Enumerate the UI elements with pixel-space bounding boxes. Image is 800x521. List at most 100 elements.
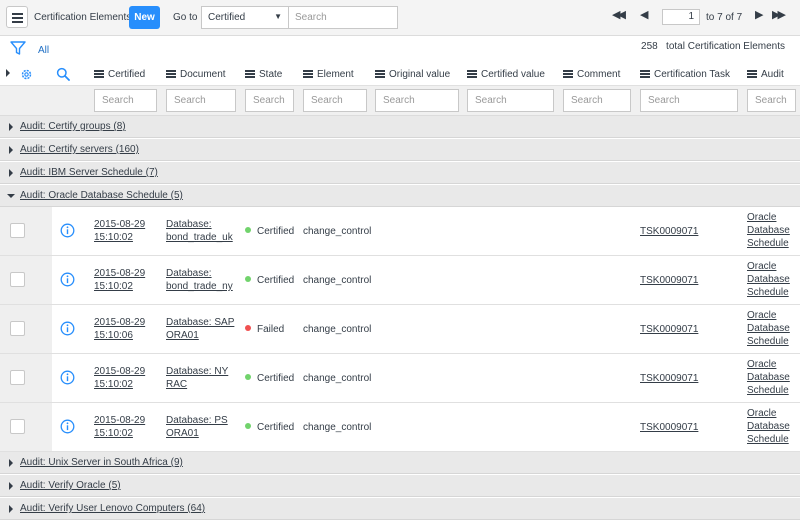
previous-page-icon[interactable]: ◀ — [640, 8, 649, 21]
row-select-cell — [0, 305, 52, 353]
group-label[interactable]: Audit: Verify Oracle (5) — [20, 480, 121, 491]
document-link[interactable]: Database: bond_trade_ny — [166, 267, 233, 293]
search-comment-input[interactable] — [563, 89, 631, 112]
row-checkbox[interactable] — [10, 419, 25, 434]
document-link[interactable]: Database: PS ORA01 — [166, 414, 228, 440]
audit-link[interactable]: Oracle Database Schedule — [747, 260, 790, 299]
task-link[interactable]: TSK0009071 — [640, 323, 698, 336]
group-row[interactable]: Audit: Unix Server in South Africa (9) — [0, 452, 800, 474]
expand-icon[interactable] — [9, 169, 13, 177]
column-header-certified[interactable]: Certified — [94, 69, 145, 80]
column-menu-icon[interactable] — [166, 70, 176, 78]
column-header-certified-value[interactable]: Certified value — [467, 69, 545, 80]
group-row[interactable]: Audit: IBM Server Schedule (7) — [0, 162, 800, 184]
expand-all-icon[interactable] — [6, 69, 10, 77]
row-checkbox[interactable] — [10, 321, 25, 336]
group-label[interactable]: Audit: IBM Server Schedule (7) — [20, 167, 158, 178]
filter-all-link[interactable]: All — [38, 45, 49, 56]
expand-icon[interactable] — [9, 459, 13, 467]
column-header-certification-task[interactable]: Certification Task — [640, 69, 730, 80]
table-row: 2015-08-29 15:10:02 Database: PS ORA01 Cer… — [0, 403, 800, 452]
group-label[interactable]: Audit: Verify User Lenovo Computers (64) — [20, 503, 205, 514]
task-link[interactable]: TSK0009071 — [640, 421, 698, 434]
info-icon[interactable] — [60, 272, 75, 287]
audit-link[interactable]: Oracle Database Schedule — [747, 358, 790, 397]
audit-link[interactable]: Oracle Database Schedule — [747, 407, 790, 446]
row-select-cell — [0, 207, 52, 255]
column-menu-icon[interactable] — [245, 70, 255, 78]
expand-icon[interactable] — [9, 482, 13, 490]
filter-icon[interactable] — [10, 40, 26, 56]
column-menu-icon[interactable] — [94, 70, 104, 78]
column-header-element[interactable]: Element — [303, 69, 354, 80]
info-icon[interactable] — [60, 321, 75, 336]
gear-icon[interactable] — [20, 68, 33, 81]
column-header-original-value[interactable]: Original value — [375, 69, 450, 80]
new-button[interactable]: New — [129, 6, 160, 29]
column-menu-icon[interactable] — [563, 70, 573, 78]
search-audit-input[interactable] — [747, 89, 796, 112]
page-number-input[interactable]: 1 — [662, 9, 700, 25]
expand-icon[interactable] — [9, 123, 13, 131]
document-link[interactable]: Database: NY RAC — [166, 365, 228, 391]
group-row[interactable]: Audit: Oracle Database Schedule (5) — [0, 185, 800, 207]
search-document-input[interactable] — [166, 89, 236, 112]
column-header-audit[interactable]: Audit — [747, 69, 784, 80]
search-original-value-input[interactable] — [375, 89, 459, 112]
total-count: 258 — [641, 41, 658, 52]
column-menu-icon[interactable] — [303, 70, 313, 78]
status-dot-icon — [245, 276, 251, 282]
column-menu-icon[interactable] — [375, 70, 385, 78]
certified-date-link[interactable]: 2015-08-29 15:10:02 — [94, 267, 145, 293]
column-header-comment[interactable]: Comment — [563, 69, 620, 80]
column-header-document[interactable]: Document — [166, 69, 226, 80]
row-checkbox[interactable] — [10, 370, 25, 385]
group-label[interactable]: Audit: Certify groups (8) — [20, 121, 126, 132]
group-label[interactable]: Audit: Oracle Database Schedule (5) — [20, 190, 183, 201]
audit-link[interactable]: Oracle Database Schedule — [747, 211, 790, 250]
task-link[interactable]: TSK0009071 — [640, 274, 698, 287]
expand-icon[interactable] — [9, 146, 13, 154]
menu-icon[interactable] — [6, 6, 28, 28]
column-menu-icon[interactable] — [640, 70, 650, 78]
certified-date-link[interactable]: 2015-08-29 15:10:02 — [94, 218, 145, 244]
group-row[interactable]: Audit: Certify servers (160) — [0, 139, 800, 161]
task-link[interactable]: TSK0009071 — [640, 372, 698, 385]
column-menu-icon[interactable] — [467, 70, 477, 78]
goto-search-input[interactable] — [288, 6, 398, 29]
goto-field-select[interactable]: Certified ▼ — [201, 6, 289, 29]
certified-date-link[interactable]: 2015-08-29 15:10:02 — [94, 414, 145, 440]
group-label[interactable]: Audit: Certify servers (160) — [20, 144, 139, 155]
collapse-icon[interactable] — [7, 194, 15, 198]
column-header-state[interactable]: State — [245, 69, 282, 80]
audit-link[interactable]: Oracle Database Schedule — [747, 309, 790, 348]
document-link[interactable]: Database: bond_trade_uk — [166, 218, 233, 244]
search-element-input[interactable] — [303, 89, 367, 112]
info-icon[interactable] — [60, 419, 75, 434]
expand-icon[interactable] — [9, 505, 13, 513]
search-icon[interactable] — [56, 67, 70, 81]
search-certified-input[interactable] — [94, 89, 157, 112]
info-icon[interactable] — [60, 223, 75, 238]
search-state-input[interactable] — [245, 89, 294, 112]
group-row[interactable]: Audit: Certify groups (8) — [0, 116, 800, 138]
row-checkbox[interactable] — [10, 223, 25, 238]
first-page-icon[interactable]: ◀◀ — [612, 8, 626, 21]
certified-date-link[interactable]: 2015-08-29 15:10:06 — [94, 316, 145, 342]
search-certification-task-input[interactable] — [640, 89, 738, 112]
group-row[interactable]: Audit: Verify Oracle (5) — [0, 475, 800, 497]
group-row[interactable]: Audit: Verify User Lenovo Computers (64) — [0, 498, 800, 520]
certified-date-link[interactable]: 2015-08-29 15:10:02 — [94, 365, 145, 391]
status-dot-icon — [245, 227, 251, 233]
column-menu-icon[interactable] — [747, 70, 757, 78]
info-icon[interactable] — [60, 370, 75, 385]
last-page-icon[interactable]: ▶▶ — [772, 8, 786, 21]
document-link[interactable]: Database: SAP ORA01 — [166, 316, 234, 342]
search-certified-value-input[interactable] — [467, 89, 554, 112]
group-label[interactable]: Audit: Unix Server in South Africa (9) — [20, 457, 183, 468]
next-page-icon[interactable]: ▶ — [755, 8, 764, 21]
task-link[interactable]: TSK0009071 — [640, 225, 698, 238]
row-checkbox[interactable] — [10, 272, 25, 287]
page-total: to 7 of 7 — [706, 12, 743, 23]
status-dot-icon — [245, 374, 251, 380]
